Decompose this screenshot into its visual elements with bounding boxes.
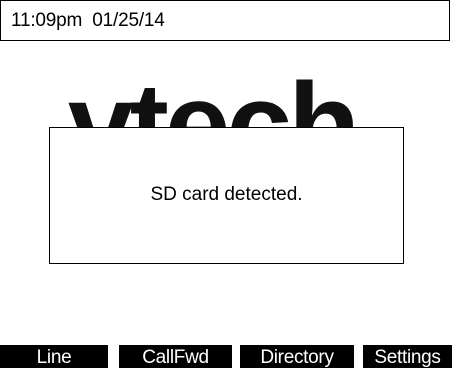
time-date-label: 11:09pm 01/25/14 [11, 10, 165, 31]
softkey-directory[interactable]: Directory [240, 345, 354, 368]
softkey-line[interactable]: Line [0, 345, 108, 368]
status-bar: 11:09pm 01/25/14 [0, 0, 450, 41]
phone-screen: 11:09pm 01/25/14 vtech SD card detected.… [0, 0, 452, 368]
softkey-callfwd[interactable]: CallFwd [119, 345, 232, 368]
softkey-settings[interactable]: Settings [363, 345, 452, 368]
softkey-bar: Line CallFwd Directory Settings [0, 345, 452, 368]
dialog-message: SD card detected. [150, 184, 303, 205]
notification-dialog: SD card detected. [49, 127, 404, 264]
